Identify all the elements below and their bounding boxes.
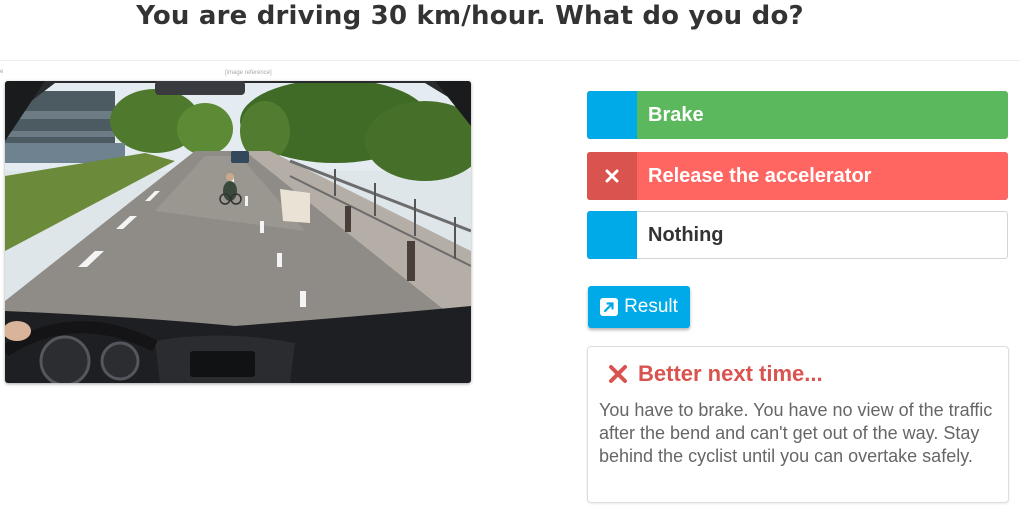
option-marker [587, 91, 637, 139]
feedback-heading-row: Better next time... [608, 361, 823, 387]
answer-option-brake[interactable]: Brake [587, 91, 1008, 139]
feedback-panel: Better next time... You have to brake. Y… [587, 346, 1009, 503]
feedback-heading: Better next time... [638, 361, 823, 386]
option-marker [587, 211, 637, 259]
cross-icon [609, 365, 627, 383]
image-reference-mark: [image reference] [225, 70, 272, 76]
external-link-icon [600, 298, 619, 316]
result-button-label: Result [624, 296, 678, 317]
option-label: Nothing [648, 223, 724, 246]
option-label: Release the accelerator [648, 164, 872, 187]
option-marker [587, 152, 637, 200]
cross-icon [605, 169, 619, 183]
question-title: You are driving 30 km/hour. What do you … [136, 1, 804, 31]
image-corner-mark: e [0, 69, 4, 75]
answer-option-release-accelerator[interactable]: Release the accelerator [587, 152, 1008, 200]
feedback-text: You have to brake. You have no view of t… [599, 400, 993, 466]
header-divider [0, 60, 1020, 61]
result-button[interactable]: Result [588, 286, 690, 328]
driving-scene-image [5, 81, 471, 383]
option-label: Brake [648, 103, 704, 126]
answer-option-nothing[interactable]: Nothing [587, 211, 1008, 259]
